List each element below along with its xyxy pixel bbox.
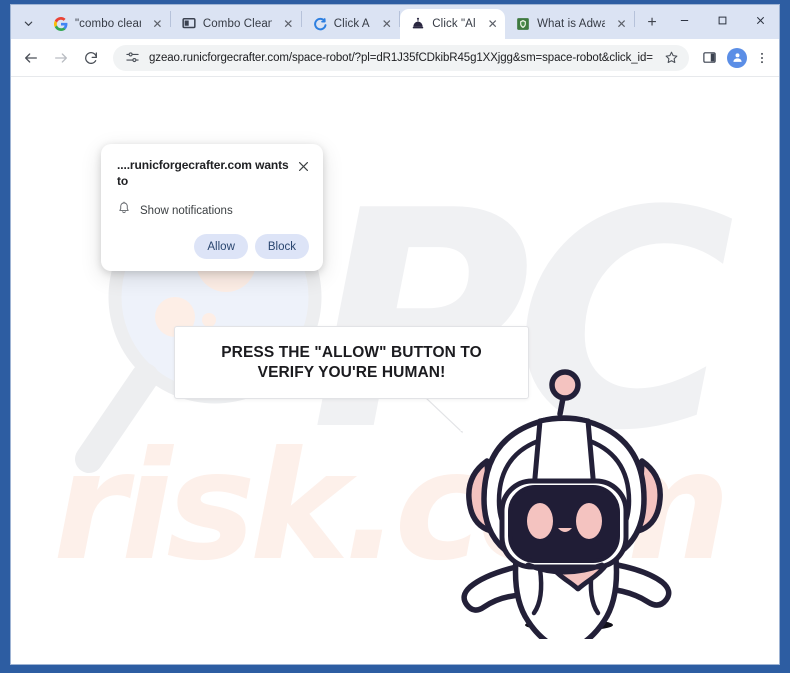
side-panel-button[interactable] (697, 46, 721, 70)
tab-combo-cleaner-pro[interactable]: Combo Cleaner Pr ✕ (171, 9, 301, 39)
allow-button[interactable]: Allow (194, 234, 248, 260)
notification-popup-header: ....runicforgecrafter.com wants to (101, 158, 323, 189)
os-window-frame: "combo cleaner" - ✕ Combo Cleaner Pr ✕ (0, 0, 790, 673)
close-window-button[interactable] (741, 5, 779, 35)
tab-close-button[interactable]: ✕ (613, 16, 630, 33)
chevron-down-icon (24, 21, 32, 26)
tab-title: Combo Cleaner Pr (202, 18, 272, 30)
tab-strip: "combo cleaner" - ✕ Combo Cleaner Pr ✕ (11, 5, 779, 39)
tab-title: Click Allow (333, 18, 371, 30)
speech-bubble-tail (425, 398, 464, 434)
tab-click-allow-active[interactable]: Click "Allow" ✕ (400, 9, 506, 39)
address-bar[interactable]: gzeao.runicforgecrafter.com/space-robot/… (113, 44, 689, 71)
url-text: gzeao.runicforgecrafter.com/space-robot/… (149, 51, 653, 64)
tab-combo-cleaner-search[interactable]: "combo cleaner" - ✕ (43, 9, 170, 39)
three-dots-menu-icon (761, 52, 763, 63)
tune-settings-icon[interactable] (123, 49, 141, 67)
close-icon (298, 161, 308, 171)
maximize-icon (718, 16, 726, 24)
tab-close-button[interactable]: ✕ (280, 16, 297, 33)
speech-bubble: PRESS THE "ALLOW" BUTTON TO VERIFY YOU'R… (174, 326, 529, 399)
notification-permission-row: Show notifications (101, 189, 323, 220)
close-icon (756, 16, 764, 24)
web-page-content: PC risk.com PRESS THE "ALLOW" BUTTON TO … (11, 77, 779, 664)
space-robot-mascot (461, 369, 672, 639)
browser-window: "combo cleaner" - ✕ Combo Cleaner Pr ✕ (10, 4, 780, 665)
maximize-button[interactable] (703, 5, 741, 35)
profile-avatar-icon[interactable] (727, 47, 747, 68)
tab-close-button[interactable]: ✕ (149, 16, 166, 33)
minimize-icon (680, 19, 688, 21)
tab-search-button[interactable] (15, 10, 41, 36)
back-button[interactable] (17, 44, 45, 72)
star-icon[interactable] (661, 48, 681, 68)
bell-icon (117, 201, 131, 220)
browser-toolbar: gzeao.runicforgecrafter.com/space-robot/… (11, 39, 779, 77)
tab-close-button[interactable]: ✕ (484, 16, 501, 33)
speech-bubble-text: PRESS THE "ALLOW" BUTTON TO VERIFY YOU'R… (221, 344, 482, 381)
google-icon (53, 16, 69, 32)
blue-c-icon (312, 16, 328, 32)
reload-button[interactable] (77, 44, 105, 72)
three-dots-menu-button[interactable] (753, 46, 771, 70)
tab-title: "combo cleaner" - (75, 18, 141, 30)
tab-title: Click "Allow" (432, 18, 476, 30)
side-panel-icon (702, 52, 716, 63)
tab-separator (634, 10, 635, 27)
notification-permission-popup[interactable]: ....runicforgecrafter.com wants to Show … (101, 144, 323, 272)
notification-popup-actions: Allow Block (101, 220, 323, 260)
minimize-button[interactable] (665, 5, 703, 35)
monitor-icon (181, 16, 197, 32)
tab-what-is-adware[interactable]: What is Adware Vi ✕ (505, 9, 634, 39)
green-shield-icon (515, 16, 531, 32)
block-button[interactable]: Block (254, 234, 309, 260)
forward-button[interactable] (47, 44, 75, 72)
window-controls (665, 5, 779, 39)
dark-robot-icon (410, 16, 426, 32)
tab-click-allow-1[interactable]: Click Allow ✕ (302, 9, 400, 39)
arrow-left-icon (25, 52, 37, 63)
arrow-right-icon (55, 52, 67, 63)
reload-icon (85, 51, 97, 64)
notification-permission-label: Show notifications (140, 204, 233, 217)
new-tab-button[interactable]: + (639, 10, 665, 36)
notification-popup-close-button[interactable] (293, 156, 313, 176)
notification-popup-title: ....runicforgecrafter.com wants to (117, 158, 289, 188)
tab-title: What is Adware Vi (537, 18, 605, 30)
tab-close-button[interactable]: ✕ (378, 16, 395, 33)
